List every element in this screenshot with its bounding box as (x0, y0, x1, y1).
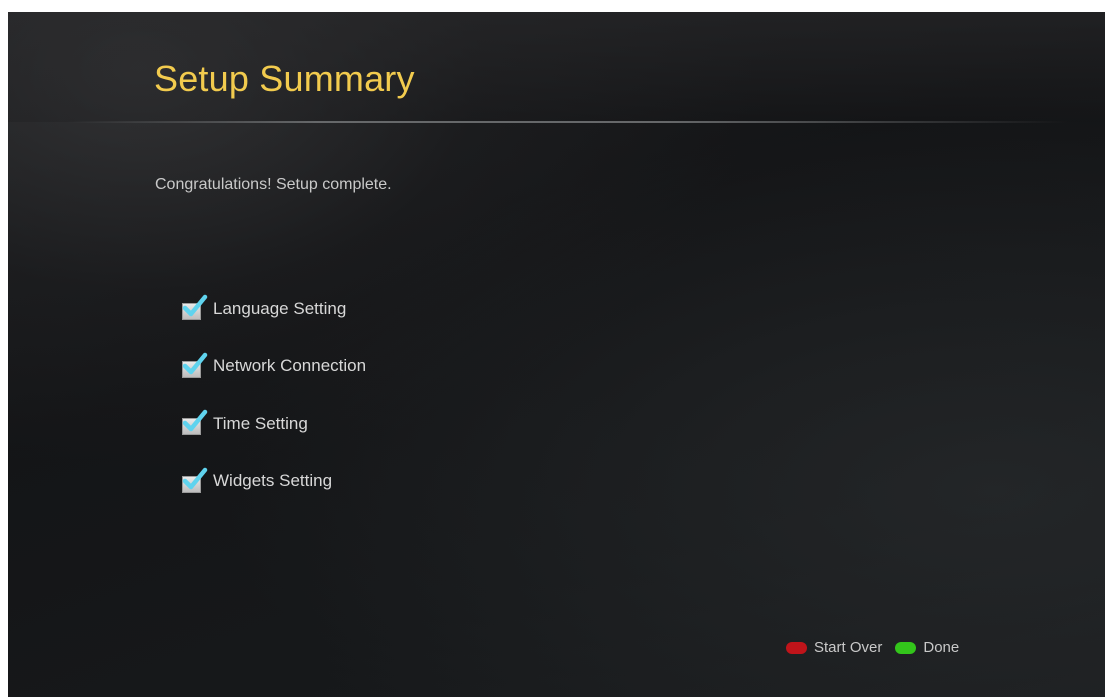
setup-summary-screen: Setup Summary Congratulations! Setup com… (8, 12, 1105, 697)
checklist-item-network: Network Connection (182, 338, 366, 396)
setup-checklist: Language Setting Network Connection Time… (182, 280, 366, 510)
start-over-label: Start Over (814, 639, 883, 656)
footer-key-hints: Start Over Done (786, 639, 972, 656)
checklist-item-language: Language Setting (182, 280, 366, 338)
done-button[interactable]: Done (895, 639, 959, 656)
checklist-item-label: Network Connection (213, 356, 367, 376)
checkmark-icon (182, 352, 208, 374)
green-key-icon (895, 641, 917, 654)
red-key-icon (786, 641, 807, 654)
checked-checkbox-icon (182, 295, 208, 321)
checklist-item-time: Time Setting (182, 395, 366, 453)
checklist-item-label: Language Setting (213, 298, 347, 318)
checklist-item-widgets: Widgets Setting (182, 453, 366, 511)
checkmark-icon (182, 467, 208, 489)
start-over-button[interactable]: Start Over (786, 639, 882, 656)
checkmark-icon (182, 410, 208, 432)
checklist-item-label: Widgets Setting (213, 471, 333, 491)
completion-message: Congratulations! Setup complete. (155, 176, 392, 193)
header-divider (68, 121, 1068, 123)
checked-checkbox-icon (182, 352, 208, 378)
checked-checkbox-icon (182, 467, 208, 493)
checkmark-icon (182, 295, 208, 317)
done-label: Done (923, 639, 960, 656)
page-title: Setup Summary (154, 58, 415, 99)
checked-checkbox-icon (182, 410, 208, 436)
checklist-item-label: Time Setting (213, 413, 308, 433)
